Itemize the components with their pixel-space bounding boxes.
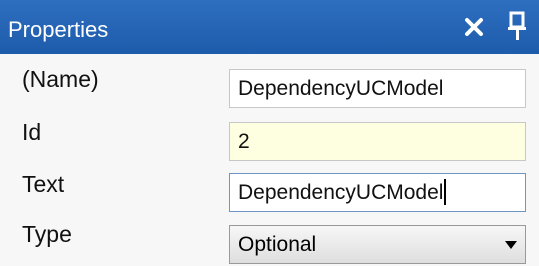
property-label-name: (Name) [22, 66, 99, 92]
type-selected-value: Optional [238, 233, 317, 256]
text-cursor [444, 179, 447, 205]
name-field[interactable]: DependencyUCModel [229, 69, 526, 108]
close-button[interactable] [460, 13, 488, 41]
id-field[interactable]: 2 [229, 122, 526, 161]
property-label-text: Text [22, 171, 65, 197]
text-field-value: DependencyUCModel [238, 181, 444, 204]
properties-titlebar: Properties [0, 0, 539, 54]
property-label-type: Type [22, 221, 72, 247]
pin-button[interactable] [506, 11, 528, 41]
close-icon [465, 18, 483, 36]
property-label-id: Id [22, 119, 42, 145]
type-dropdown[interactable]: Optional [229, 225, 526, 264]
panel-title: Properties [8, 17, 109, 42]
text-field[interactable]: DependencyUCModel [229, 173, 526, 212]
properties-panel: Properties (Name) DependencyUCModel Id 2… [0, 0, 539, 266]
pin-icon [508, 11, 526, 40]
chevron-down-icon [505, 241, 517, 249]
